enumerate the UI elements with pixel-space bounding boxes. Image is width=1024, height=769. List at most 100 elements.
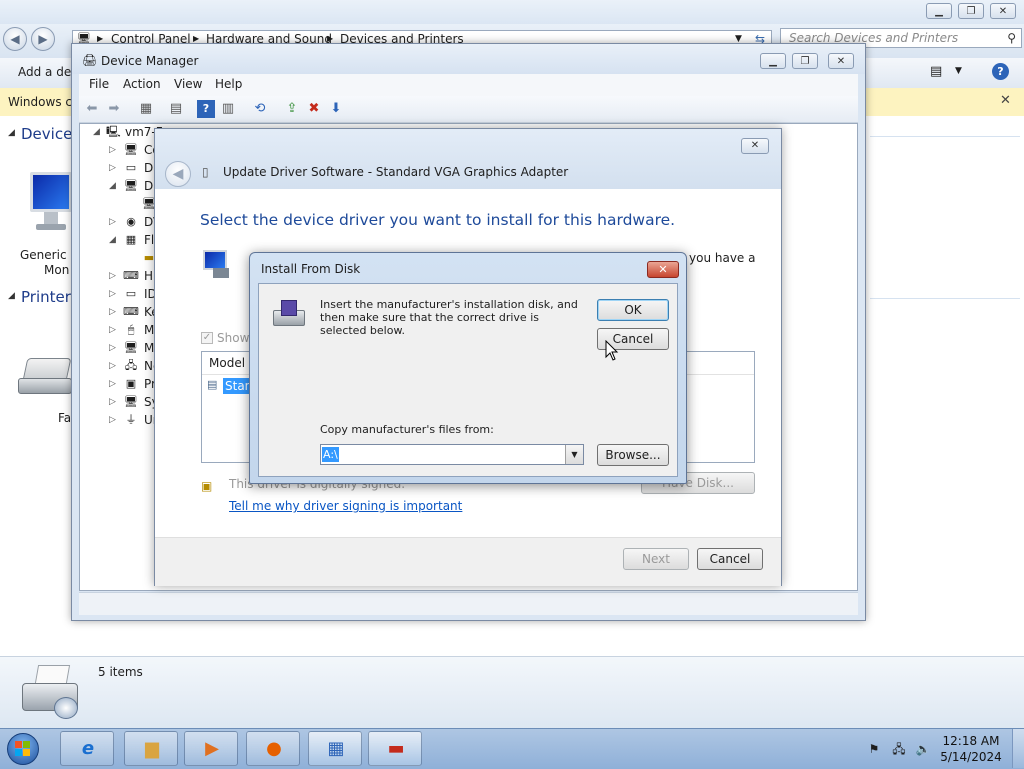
system-clock[interactable]: 12:18 AM 5/14/2024 <box>936 733 1006 765</box>
menu-file[interactable]: File <box>89 77 109 91</box>
chevron-down-icon[interactable]: ▼ <box>565 445 583 464</box>
tree-expand-icon[interactable]: ▷ <box>109 411 118 429</box>
install-from-disk-body: Insert the manufacturer's installation d… <box>258 283 678 477</box>
taskbar-firefox[interactable]: ● <box>246 731 300 766</box>
uninstall-icon[interactable]: ✖ <box>305 100 323 118</box>
tree-expand-icon[interactable]: ▷ <box>109 339 118 357</box>
wizard-heading: Select the device driver you want to ins… <box>200 211 676 229</box>
taskbar-internet-explorer[interactable]: e <box>60 731 114 766</box>
action-center-flag-icon[interactable]: ⚑ <box>866 742 882 756</box>
explorer-close-button[interactable]: ✕ <box>990 3 1016 19</box>
internet-explorer-icon: e <box>81 738 95 759</box>
tree-expand-icon[interactable]: ▷ <box>109 141 118 159</box>
wizard-device-icon: ▯ <box>202 165 209 179</box>
properties-icon[interactable]: ▤ <box>167 100 185 118</box>
device-label-line2: Mon <box>44 263 70 277</box>
keyboard-icon: ⌨ <box>123 305 139 318</box>
hardware-monitor-icon <box>201 250 231 280</box>
hid-icon: ⌨ <box>123 269 139 282</box>
volume-muted-icon[interactable]: 🔈 <box>915 742 931 756</box>
usb-controller-icon: ⏚ <box>125 413 137 426</box>
explorer-minimize-button[interactable]: ▁ <box>926 3 952 19</box>
start-button[interactable] <box>2 731 44 767</box>
browse-button[interactable]: Browse... <box>597 444 669 466</box>
menu-view[interactable]: View <box>174 77 202 91</box>
tree-expand-icon[interactable]: ▷ <box>109 303 118 321</box>
folder-icon: ▆ <box>145 738 159 759</box>
group-collapse-icon[interactable]: ◢ <box>8 291 15 301</box>
monitor-device-icon[interactable] <box>30 172 72 234</box>
computer-category-icon: 🖥 <box>124 143 138 156</box>
media-player-icon: ▶ <box>205 738 219 759</box>
disable-device-icon[interactable]: ⬇ <box>327 100 345 118</box>
show-compatible-checkbox[interactable]: ✓ <box>201 332 213 344</box>
update-driver-icon[interactable]: ⇪ <box>283 100 301 118</box>
wizard-close-button[interactable]: ✕ <box>741 138 769 154</box>
tree-expand-icon[interactable]: ◢ <box>93 123 100 141</box>
device-manager-title: Device Manager <box>101 54 199 68</box>
help-icon[interactable]: ? <box>197 100 215 118</box>
help-icon[interactable]: ? <box>992 63 1009 80</box>
back-icon[interactable]: ⬅ <box>83 100 101 118</box>
group-collapse-icon[interactable]: ◢ <box>8 128 15 138</box>
device-manager-close-button[interactable]: ✕ <box>828 53 854 69</box>
show-hide-console-tree-icon[interactable]: ▦ <box>137 100 155 118</box>
devices-and-printers-icon: ▦ <box>327 738 345 759</box>
disk-drive-icon <box>271 298 305 328</box>
fax-printer-icon[interactable] <box>18 352 72 398</box>
tree-expand-icon[interactable]: ▷ <box>109 267 118 285</box>
tree-expand-icon[interactable]: ◢ <box>109 231 118 249</box>
tree-expand-icon[interactable]: ▷ <box>109 159 118 177</box>
info-bar-close-icon[interactable]: ✕ <box>1000 93 1011 108</box>
toolbox-icon: ▬ <box>387 738 405 759</box>
menu-action[interactable]: Action <box>123 77 161 91</box>
network-icon[interactable]: 🖧 <box>891 742 907 756</box>
certificate-icon: ▣ <box>201 479 213 493</box>
menu-help[interactable]: Help <box>215 77 242 91</box>
copy-from-combobox[interactable]: A:\ ▼ <box>320 444 584 465</box>
wizard-header <box>155 129 781 189</box>
device-manager-titlebar[interactable]: 🖨 Device Manager ▁ ❐ ✕ <box>72 44 865 74</box>
explorer-restore-button[interactable]: ❐ <box>958 3 984 19</box>
next-button[interactable]: Next <box>623 548 689 570</box>
show-hide-action-pane-icon[interactable]: ▥ <box>219 100 237 118</box>
taskbar-file-explorer[interactable]: ▆ <box>124 731 178 766</box>
view-options-icon[interactable]: ▤ <box>930 64 942 79</box>
driver-signing-link[interactable]: Tell me why driver signing is important <box>229 499 462 513</box>
tree-expand-icon[interactable]: ▷ <box>109 213 118 231</box>
search-icon[interactable]: ⚲ <box>1007 29 1016 47</box>
tree-expand-icon[interactable]: ▷ <box>109 285 118 303</box>
tree-expand-icon[interactable]: ◢ <box>109 177 118 195</box>
monitor-icon: 🖥 <box>124 341 138 354</box>
wizard-back-icon[interactable]: ◀ <box>165 161 191 187</box>
tree-expand-icon[interactable]: ▷ <box>109 375 118 393</box>
taskbar-toolbox[interactable]: ▬ <box>368 731 422 766</box>
tree-expand-icon[interactable]: ▷ <box>109 321 118 339</box>
device-manager-icon: 🖨 <box>82 53 98 67</box>
taskbar-media-player[interactable]: ▶ <box>184 731 238 766</box>
model-column-header[interactable]: Model <box>209 356 245 370</box>
show-desktop-button[interactable] <box>1012 729 1024 768</box>
forward-icon[interactable]: ➡ <box>105 100 123 118</box>
copy-from-label: Copy manufacturer's files from: <box>320 423 494 436</box>
printer-large-icon <box>20 663 82 719</box>
copy-from-value[interactable]: A:\ <box>322 447 339 462</box>
device-manager-restore-button[interactable]: ❐ <box>792 53 818 69</box>
view-dropdown-icon[interactable]: ▼ <box>955 66 962 76</box>
tree-expand-icon[interactable]: ▷ <box>109 393 118 411</box>
tree-expand-icon[interactable]: ▷ <box>109 357 118 375</box>
taskbar-control-panel[interactable]: ▦ <box>308 731 362 766</box>
ok-button[interactable]: OK <box>597 299 669 321</box>
install-from-disk-close-button[interactable]: ✕ <box>647 261 679 278</box>
info-bar-text: Windows ca <box>8 95 80 109</box>
wizard-cancel-button[interactable]: Cancel <box>697 548 763 570</box>
floppy-controller-icon: ▦ <box>125 233 137 246</box>
group-divider <box>870 136 1020 137</box>
scan-hardware-icon[interactable]: ⟲ <box>251 100 269 118</box>
device-manager-minimize-button[interactable]: ▁ <box>760 53 786 69</box>
display-adapter-icon: ▤ <box>207 378 218 391</box>
forward-arrow-icon[interactable]: ▶ <box>31 27 55 51</box>
tree-item-label: M <box>144 323 155 337</box>
back-arrow-icon[interactable]: ◀ <box>3 27 27 51</box>
wizard-instruction-text: you have a <box>689 251 756 265</box>
